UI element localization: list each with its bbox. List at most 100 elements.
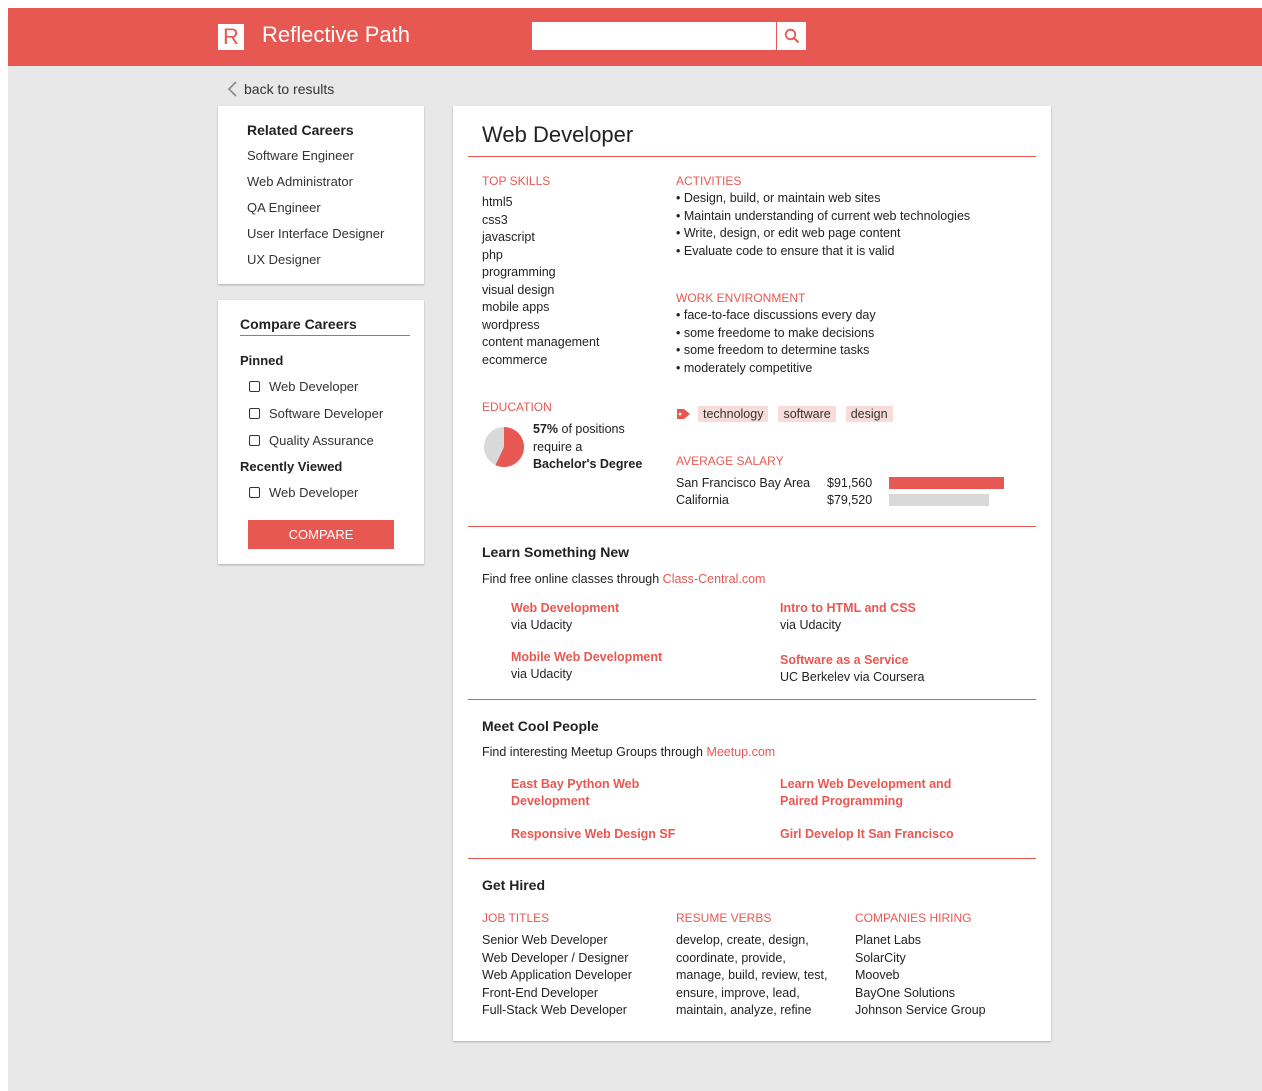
search-input[interactable] [532, 22, 776, 50]
logo[interactable]: R [218, 24, 244, 50]
company-item: SolarCity [855, 950, 906, 965]
recent-item-label: Web Developer [269, 484, 359, 500]
company-item: BayOne Solutions [855, 985, 956, 1000]
pinned-item[interactable]: Software Developer [240, 404, 410, 422]
meet-intro: Find interesting Meetup Groups through M… [482, 745, 776, 759]
company-item: Mooveb [855, 968, 900, 982]
related-careers-card: Related Careers Software Engineer Web Ad… [218, 106, 424, 284]
back-to-results-link[interactable]: back to results [226, 80, 334, 98]
skill-item: html5 [482, 195, 513, 209]
average-salary-label: AVERAGE SALARY [676, 454, 784, 468]
search-button[interactable] [777, 22, 806, 50]
divider [468, 526, 1036, 527]
related-career-item[interactable]: QA Engineer [247, 200, 424, 226]
course-item[interactable]: Intro to HTML and CSS via Udacity [780, 600, 916, 634]
resume-verb-line: ensure, improve, lead, [676, 985, 800, 1000]
hired-section-title: Get Hired [482, 877, 546, 893]
skill-item: visual design [482, 282, 555, 297]
skill-item: ecommerce [482, 352, 548, 367]
related-careers-title: Related Careers [247, 122, 354, 138]
skill-item: css3 [482, 212, 508, 227]
job-title-item: Front-End Developer [482, 985, 599, 1000]
related-career-item[interactable]: Web Administrator [247, 174, 424, 200]
job-title-item: Web Developer / Designer [482, 950, 629, 965]
related-career-item[interactable]: UX Designer [247, 252, 424, 278]
pinned-item-label: Software Developer [269, 405, 384, 421]
class-central-link[interactable]: Class-Central.com [663, 572, 766, 586]
work-environment-label: WORK ENVIRONMENT [676, 291, 806, 305]
compare-button[interactable]: COMPARE [248, 520, 394, 549]
tags-row: technology software design [676, 406, 903, 422]
course-item[interactable]: Web Development via Udacity [511, 600, 619, 634]
learn-section-title: Learn Something New [482, 544, 630, 560]
pinned-item[interactable]: Quality Assurance [240, 431, 410, 449]
recently-viewed-label: Recently Viewed [240, 459, 343, 474]
skill-item: php [482, 247, 503, 262]
compare-careers-title: Compare Careers [240, 316, 410, 336]
pinned-item[interactable]: Web Developer [240, 377, 410, 395]
skills-list: html5 css3 javascript php programming vi… [482, 194, 599, 369]
tag-technology[interactable]: technology [698, 406, 769, 422]
activities-list: • Design, build, or maintain web sites •… [676, 190, 970, 260]
job-title-item: Senior Web Developer [482, 933, 608, 947]
skill-item: programming [482, 265, 556, 279]
checkbox[interactable] [249, 434, 260, 446]
activity-item: • Design, build, or maintain web sites [676, 191, 881, 205]
course-item[interactable]: Software as a Service UC Berkelev via Co… [780, 652, 925, 686]
meet-section-title: Meet Cool People [482, 718, 599, 734]
tag-design[interactable]: design [845, 406, 893, 422]
activities-label: ACTIVITIES [676, 174, 742, 188]
meetup-group-link[interactable]: Responsive Web Design SF [511, 826, 675, 843]
checkbox[interactable] [249, 407, 260, 419]
salary-amount: $91,560 [827, 476, 873, 490]
learn-intro: Find free online classes through Class-C… [482, 572, 766, 586]
resume-verb-line: maintain, analyze, refine [676, 1003, 812, 1017]
skill-item: mobile apps [482, 300, 550, 314]
activity-item: • Maintain understanding of current web … [676, 208, 971, 223]
skill-item: javascript [482, 230, 535, 244]
meetup-group-link[interactable]: East Bay Python Web Development [511, 776, 639, 810]
page-title: Web Developer [482, 122, 634, 147]
company-item: Johnson Service Group [855, 1003, 986, 1017]
company-item: Planet Labs [855, 933, 922, 947]
salary-bar [889, 494, 989, 506]
career-detail-card: Web Developer TOP SKILLS html5 css3 java… [453, 106, 1051, 1041]
resume-verb-line: manage, build, review, test, [676, 968, 828, 982]
salary-bar [889, 477, 1004, 489]
top-skills-label: TOP SKILLS [482, 174, 551, 188]
work-env-item: • moderately competitive [676, 360, 813, 375]
companies-hiring-label: COMPANIES HIRING [855, 911, 972, 925]
related-career-item[interactable]: Software Engineer [247, 148, 424, 174]
work-environment-list: • face-to-face discussions every day • s… [676, 307, 876, 377]
job-titles-list: Senior Web Developer Web Developer / Des… [482, 932, 632, 1020]
tag-software[interactable]: software [778, 406, 836, 422]
meetup-group-link[interactable]: Girl Develop It San Francisco [780, 826, 954, 843]
job-title-item: Web Application Developer [482, 968, 632, 982]
pinned-item-label: Web Developer [269, 378, 359, 394]
education-pie-chart [484, 427, 524, 467]
meetup-group-link[interactable]: Learn Web Development and Paired Program… [780, 776, 951, 810]
divider [468, 699, 1036, 700]
pinned-item-label: Quality Assurance [269, 432, 374, 448]
pinned-label: Pinned [240, 353, 284, 368]
resume-verbs-list: develop, create, design, coordinate, pro… [676, 932, 827, 1020]
divider [468, 858, 1036, 859]
checkbox[interactable] [249, 486, 260, 498]
course-item[interactable]: Mobile Web Development via Udacity [511, 649, 662, 683]
salary-region: San Francisco Bay Area [676, 476, 811, 490]
checkbox[interactable] [249, 380, 260, 392]
recent-item[interactable]: Web Developer [240, 483, 410, 501]
resume-verbs-label: RESUME VERBS [676, 911, 772, 925]
skill-item: content management [482, 335, 600, 349]
companies-list: Planet Labs SolarCity Mooveb BayOne Solu… [855, 932, 986, 1020]
compare-careers-card: Compare Careers Pinned Web Developer Sof… [218, 300, 424, 564]
salary-amount: $79,520 [827, 493, 873, 507]
resume-verb-line: coordinate, provide, [676, 950, 786, 965]
activity-item: • Write, design, or edit web page conten… [676, 226, 901, 240]
education-degree: Bachelor's Degree [533, 457, 643, 471]
brand-name[interactable]: Reflective Path [262, 22, 410, 48]
work-env-item: • some freedom to determine tasks [676, 343, 870, 357]
related-career-item[interactable]: User Interface Designer [247, 226, 424, 252]
meetup-link[interactable]: Meetup.com [706, 745, 775, 759]
chevron-left-icon [226, 80, 238, 98]
